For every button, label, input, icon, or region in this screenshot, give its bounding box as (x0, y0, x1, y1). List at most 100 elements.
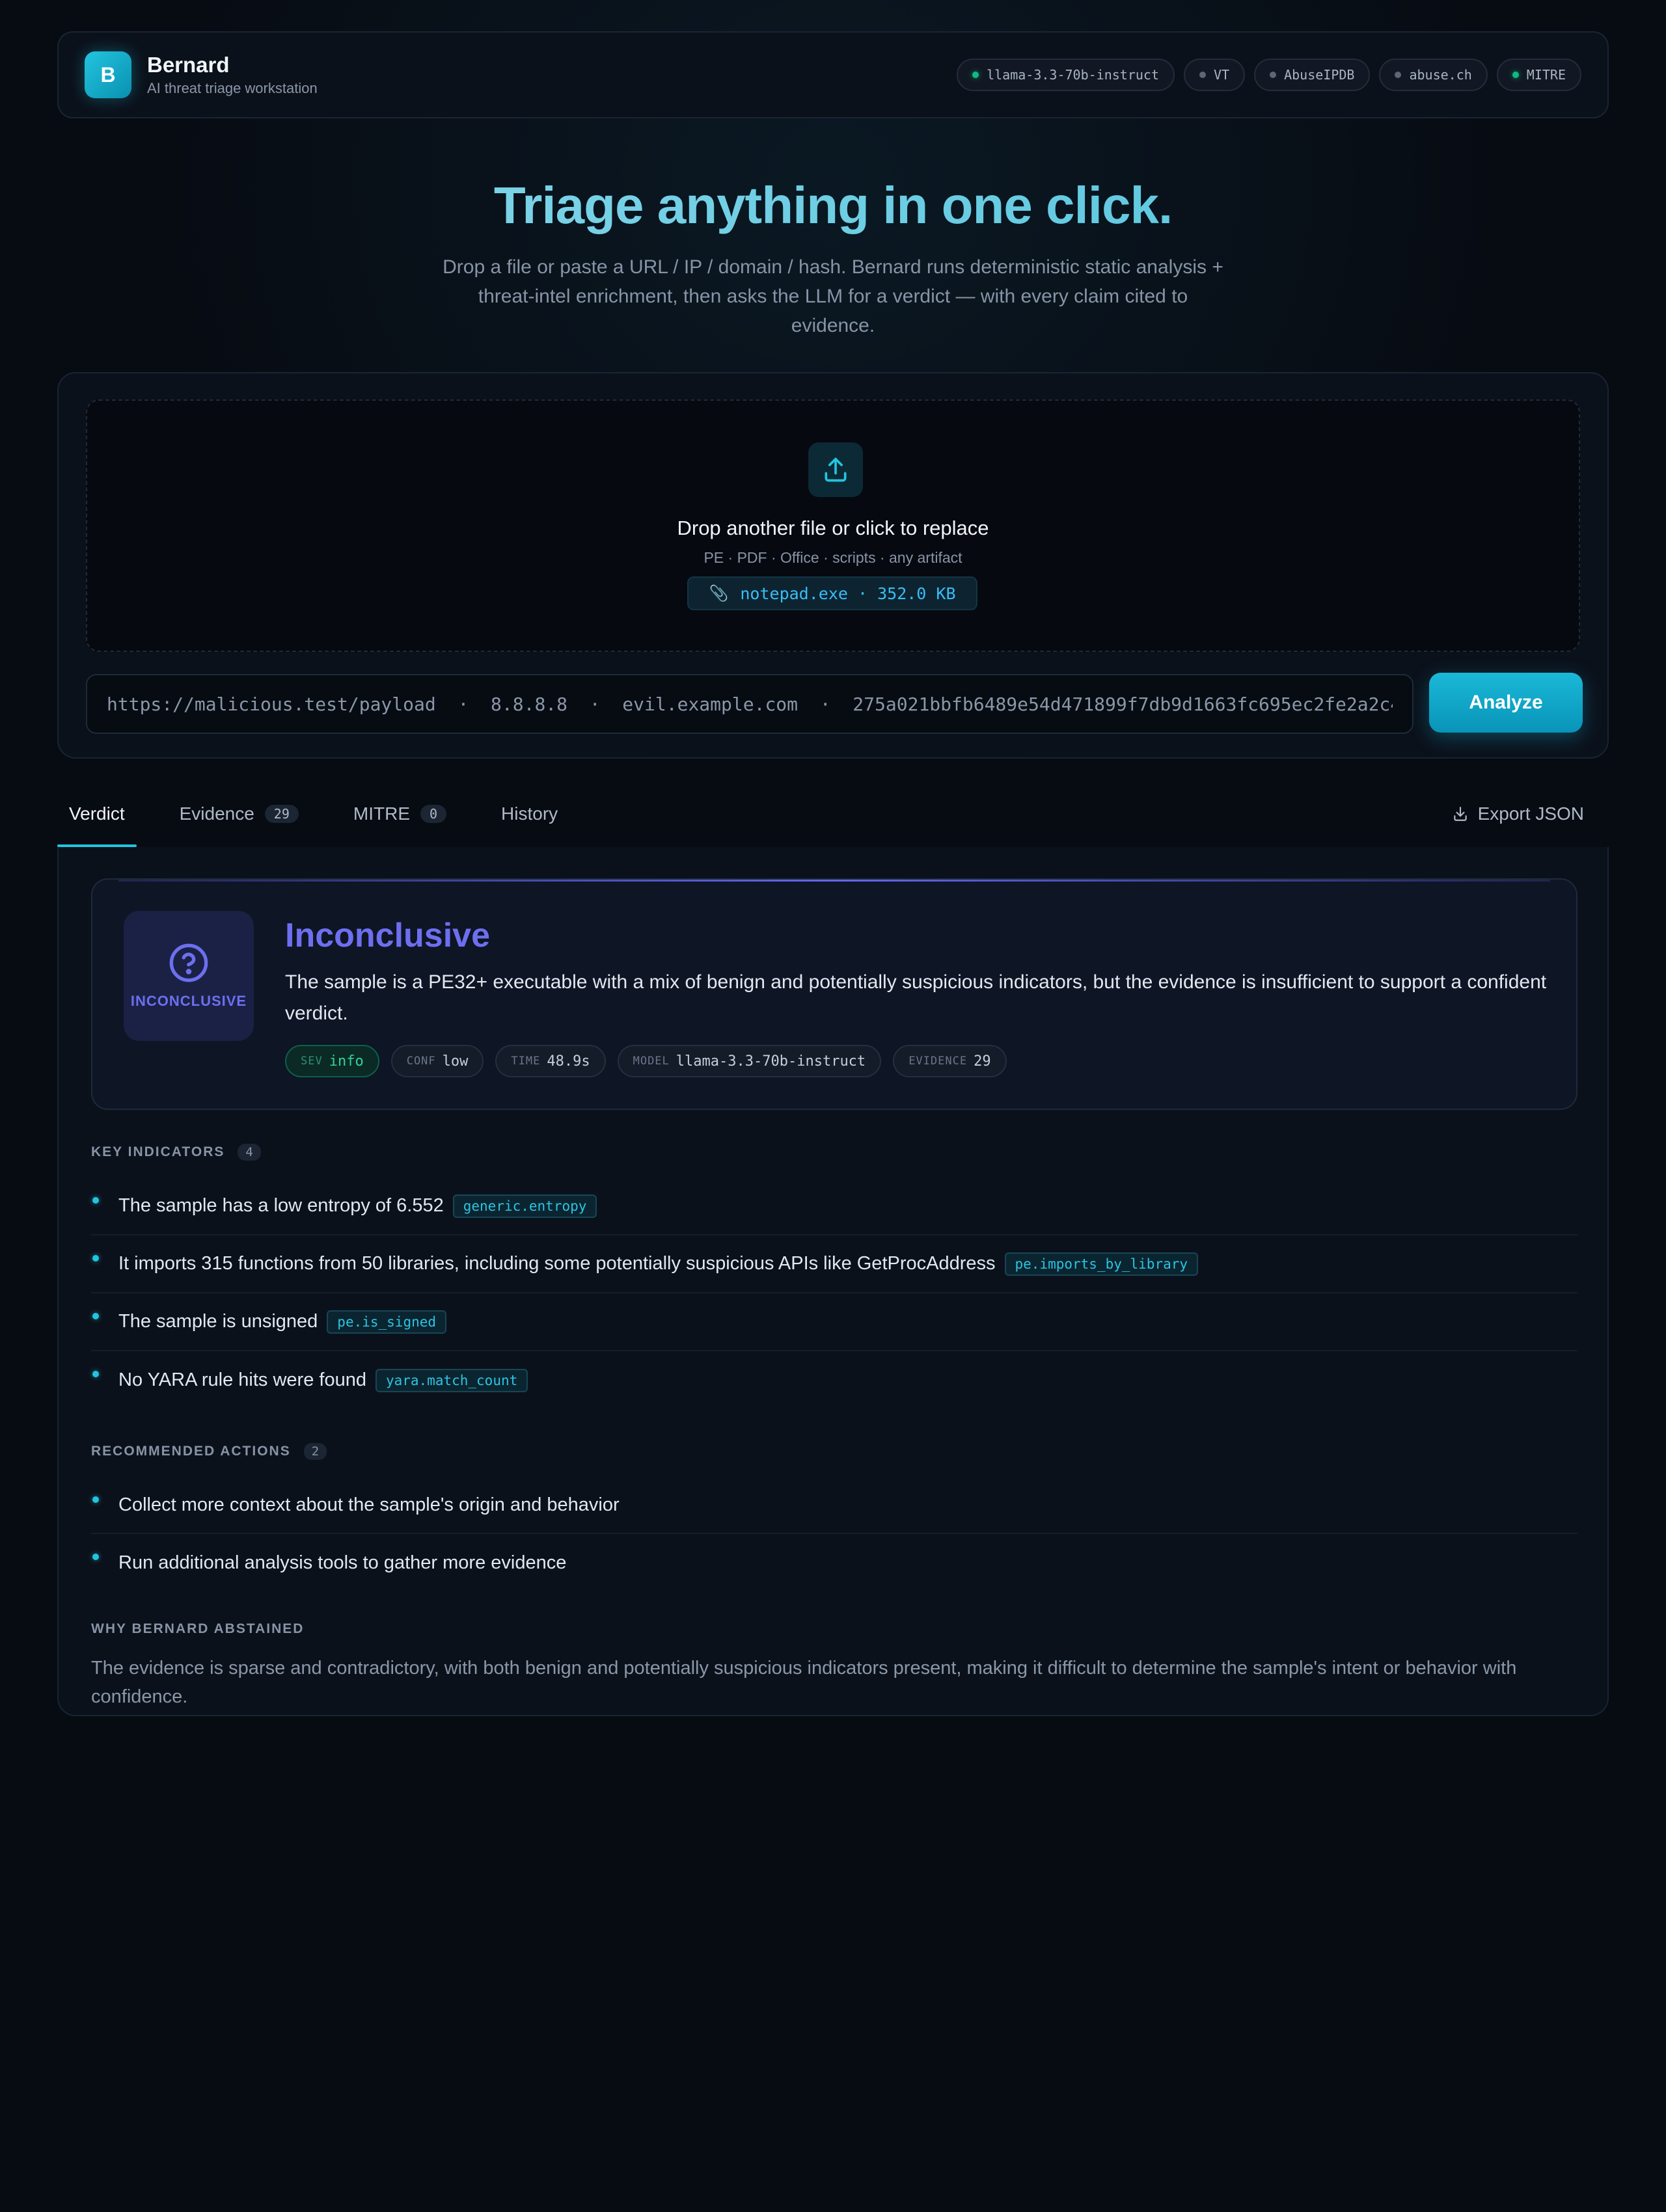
paperclip-icon: 📎 (709, 584, 729, 602)
evidence-tag[interactable]: generic.entropy (452, 1194, 597, 1218)
input-card: Drop another file or click to replace PE… (57, 372, 1609, 759)
export-json-button[interactable]: Export JSON (1452, 803, 1609, 824)
verdict-badge-label: INCONCLUSIVE (130, 993, 247, 1009)
tab-label: Evidence (179, 803, 254, 824)
analyze-button[interactable]: Analyze (1429, 673, 1583, 733)
app-logo: B (85, 51, 131, 98)
selected-file-chip: 📎 notepad.exe · 352.0 KB (687, 576, 977, 610)
verdict-summary: The sample is a PE32+ executable with a … (285, 971, 1547, 1024)
section-label-text: RECOMMENDED ACTIONS (91, 1444, 291, 1459)
status-dot-icon (1395, 72, 1402, 78)
evidence-tag[interactable]: yara.match_count (375, 1368, 528, 1392)
action-text: Collect more context about the sample's … (118, 1494, 620, 1515)
verdict-meta-row: SEV info CONF low TIME 48.9s MODEL llama… (285, 1045, 1007, 1077)
bullet-icon (92, 1255, 99, 1261)
recommended-actions-list: Collect more context about the sample's … (91, 1477, 1577, 1591)
status-pills: llama-3.3-70b-instruct VT AbuseIPDB abus… (957, 59, 1581, 91)
bullet-icon (92, 1496, 99, 1503)
hero-title: Triage anything in one click. (0, 176, 1666, 236)
status-dot-icon (1512, 72, 1519, 78)
tab-count-badge: 0 (420, 805, 447, 823)
indicator-text: The sample has a low entropy of 6.552 (118, 1195, 444, 1216)
tab-history[interactable]: History (489, 781, 569, 847)
tab-label: History (501, 803, 558, 824)
meta-model: MODEL llama-3.3-70b-instruct (617, 1045, 882, 1077)
status-label: MITRE (1526, 67, 1566, 83)
app-header: B Bernard AI threat triage workstation l… (57, 31, 1609, 118)
tab-verdict[interactable]: Verdict (57, 781, 137, 847)
status-label: VT (1213, 67, 1230, 83)
dropzone-subtitle: PE · PDF · Office · scripts · any artifa… (703, 549, 963, 566)
upload-icon (808, 442, 863, 497)
export-label: Export JSON (1477, 803, 1584, 824)
status-pill-model: llama-3.3-70b-instruct (957, 59, 1175, 91)
list-item: Collect more context about the sample's … (91, 1477, 1577, 1534)
list-item: The sample is unsigned pe.is_signed (91, 1293, 1577, 1351)
tab-evidence[interactable]: Evidence 29 (168, 781, 310, 847)
status-pill-mitre: MITRE (1496, 59, 1581, 91)
recommended-actions-heading: RECOMMENDED ACTIONS 2 (91, 1443, 327, 1460)
status-pill-abusech: abuse.ch (1379, 59, 1488, 91)
tab-count-badge: 29 (264, 805, 299, 823)
meta-value: llama-3.3-70b-instruct (676, 1053, 866, 1070)
indicator-text: The sample is unsigned (118, 1311, 318, 1332)
app-name: Bernard (147, 53, 230, 77)
dropzone-title: Drop another file or click to replace (677, 517, 989, 539)
file-dropzone[interactable]: Drop another file or click to replace PE… (86, 399, 1580, 652)
meta-value: low (442, 1053, 469, 1070)
key-indicators-list: The sample has a low entropy of 6.552 ge… (91, 1178, 1577, 1409)
bullet-icon (92, 1197, 99, 1204)
meta-confidence: CONF low (390, 1045, 484, 1077)
list-item: The sample has a low entropy of 6.552 ge… (91, 1178, 1577, 1235)
section-count-badge: 4 (238, 1144, 261, 1161)
status-dot-icon (1199, 72, 1206, 78)
status-dot-icon (972, 72, 979, 78)
meta-key: CONF (406, 1055, 436, 1068)
meta-key: MODEL (633, 1055, 670, 1068)
action-text: Run additional analysis tools to gather … (118, 1552, 567, 1573)
section-count-badge: 2 (303, 1443, 327, 1460)
abstain-explanation: The evidence is sparse and contradictory… (91, 1658, 1517, 1707)
hero-subtitle: Drop a file or paste a URL / IP / domain… (443, 256, 1223, 336)
verdict-title: Inconclusive (285, 917, 490, 954)
meta-key: EVIDENCE (908, 1055, 968, 1068)
indicator-text: No YARA rule hits were found (118, 1369, 366, 1390)
meta-evidence: EVIDENCE 29 (893, 1045, 1007, 1077)
selected-file-label: notepad.exe · 352.0 KB (740, 584, 956, 603)
section-label-text: WHY BERNARD ABSTAINED (91, 1621, 305, 1636)
status-label: llama-3.3-70b-instruct (987, 67, 1159, 83)
brand: Bernard AI threat triage workstation (147, 53, 318, 97)
abstain-heading: WHY BERNARD ABSTAINED (91, 1621, 304, 1637)
meta-time: TIME 48.9s (495, 1045, 606, 1077)
indicator-text: It imports 315 functions from 50 librari… (118, 1253, 996, 1274)
meta-key: TIME (511, 1055, 541, 1068)
download-icon (1453, 807, 1467, 821)
status-dot-icon (1270, 72, 1277, 78)
meta-value: 48.9s (547, 1053, 590, 1070)
meta-value: 29 (974, 1053, 991, 1070)
evidence-tag[interactable]: pe.is_signed (327, 1310, 447, 1334)
list-item: It imports 315 functions from 50 librari… (91, 1235, 1577, 1293)
status-pill-vt: VT (1183, 59, 1246, 91)
section-label-text: KEY INDICATORS (91, 1144, 225, 1159)
status-label: AbuseIPDB (1284, 67, 1355, 83)
tab-mitre[interactable]: MITRE 0 (342, 781, 458, 847)
verdict-badge: INCONCLUSIVE (124, 911, 254, 1041)
status-label: abuse.ch (1409, 67, 1472, 83)
verdict-panel: INCONCLUSIVE Inconclusive The sample is … (57, 847, 1609, 1716)
tab-label: Verdict (69, 803, 125, 824)
app-tagline: AI threat triage workstation (147, 80, 318, 96)
tab-label: MITRE (353, 803, 410, 824)
evidence-tag[interactable]: pe.imports_by_library (1004, 1252, 1199, 1276)
status-pill-abuseipdb: AbuseIPDB (1254, 59, 1371, 91)
key-indicators-heading: KEY INDICATORS 4 (91, 1144, 261, 1161)
bullet-icon (92, 1313, 99, 1319)
list-item: No YARA rule hits were found yara.match_… (91, 1351, 1577, 1409)
query-input[interactable] (86, 674, 1413, 734)
question-circle-icon (169, 943, 208, 982)
verdict-card: INCONCLUSIVE Inconclusive The sample is … (91, 878, 1577, 1110)
result-tabs: Verdict Evidence 29 MITRE 0 History Expo… (57, 781, 1609, 847)
meta-severity: SEV info (285, 1045, 379, 1077)
meta-value: info (329, 1053, 364, 1070)
bullet-icon (92, 1554, 99, 1560)
